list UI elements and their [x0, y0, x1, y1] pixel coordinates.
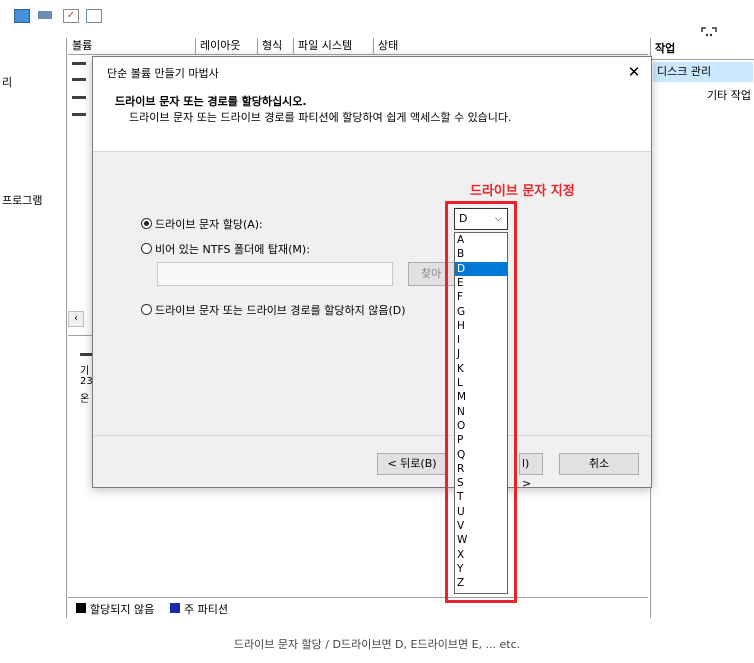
cancel-button[interactable]: 취소 [559, 453, 639, 475]
assign-letter-radio[interactable] [141, 218, 152, 229]
wizard-header: 드라이브 문자 또는 경로를 할당하십시오. 드라이브 문자 또는 드라이브 경… [93, 87, 651, 152]
tree-item[interactable]: 프로그램 [2, 192, 42, 208]
volume-icon [72, 78, 86, 81]
wizard-heading: 드라이브 문자 또는 경로를 할당하십시오. [115, 95, 307, 108]
annotation-highlight [445, 201, 517, 603]
dialog-title: 단순 볼륨 만들기 마법사 [107, 67, 219, 80]
image-caption: 드라이브 문자 할당 / D드라이브면 D, E드라이브면 E, ... etc… [233, 638, 521, 651]
dialog-titlebar: 단순 볼륨 만들기 마법사 ✕ [93, 57, 651, 87]
action-disk-management[interactable]: 디스크 관리 [653, 62, 753, 82]
folder-path-input[interactable] [157, 262, 393, 286]
disk-icon[interactable] [38, 11, 52, 19]
next-button[interactable]: l) > [519, 453, 543, 490]
column-layout[interactable]: 레이아웃 [196, 38, 258, 54]
disk-size: 23 [80, 376, 93, 387]
mount-folder-label: 비어 있는 NTFS 폴더에 탑재(M): [155, 243, 310, 256]
annotation-label: 드라이브 문자 지정 [470, 184, 575, 199]
action-more[interactable]: 기타 작업 [651, 86, 751, 106]
volume-icon [72, 62, 86, 65]
volume-icon [72, 113, 86, 116]
unallocated-swatch [76, 603, 86, 613]
disk-status: 온 [80, 394, 90, 405]
close-icon[interactable]: ✕ [623, 61, 645, 83]
legend-unallocated: 할당되지 않음 [90, 603, 155, 616]
mount-folder-radio[interactable] [141, 243, 152, 254]
tree-item[interactable]: 리 [2, 74, 12, 90]
console-tree: 리 프로그램 [0, 38, 67, 618]
volume-list-header: 볼륨 레이아웃 형식 파일 시스템 상태 [68, 38, 648, 55]
volume-icon [72, 96, 86, 99]
column-volume[interactable]: 볼륨 [68, 38, 196, 54]
column-status[interactable]: 상태 [374, 38, 434, 54]
console-icon[interactable] [14, 9, 30, 23]
wizard-subheading: 드라이브 문자 또는 드라이브 경로를 파티션에 할당하여 쉽게 액세스할 수 … [129, 111, 512, 124]
column-filesystem[interactable]: 파일 시스템 [294, 38, 374, 54]
disk-icon [80, 353, 92, 356]
back-button[interactable]: < 뒤로(B) [377, 453, 447, 475]
column-type[interactable]: 형식 [258, 38, 294, 54]
legend-bar: 할당되지 않음 주 파티션 [68, 597, 648, 618]
toolbar: ✓ [0, 0, 754, 32]
new-simple-volume-wizard: 단순 볼륨 만들기 마법사 ✕ 드라이브 문자 또는 경로를 할당하십시오. 드… [92, 56, 652, 490]
divider [93, 435, 651, 436]
primary-swatch [170, 603, 180, 613]
scroll-left-button[interactable]: ‹ [68, 311, 84, 327]
check-icon[interactable]: ✓ [63, 9, 79, 23]
disk-label: 기 [80, 366, 90, 377]
assign-letter-label: 드라이브 문자 할당(A): [155, 218, 263, 231]
no-letter-radio[interactable] [141, 304, 152, 315]
actions-title: 작업 [651, 38, 754, 60]
no-letter-label: 드라이브 문자 또는 드라이브 경로를 할당하지 않음(D) [155, 304, 406, 317]
properties-icon[interactable] [86, 9, 102, 23]
legend-primary: 주 파티션 [184, 603, 228, 616]
actions-pane: 작업 디스크 관리 기타 작업 [650, 38, 754, 618]
